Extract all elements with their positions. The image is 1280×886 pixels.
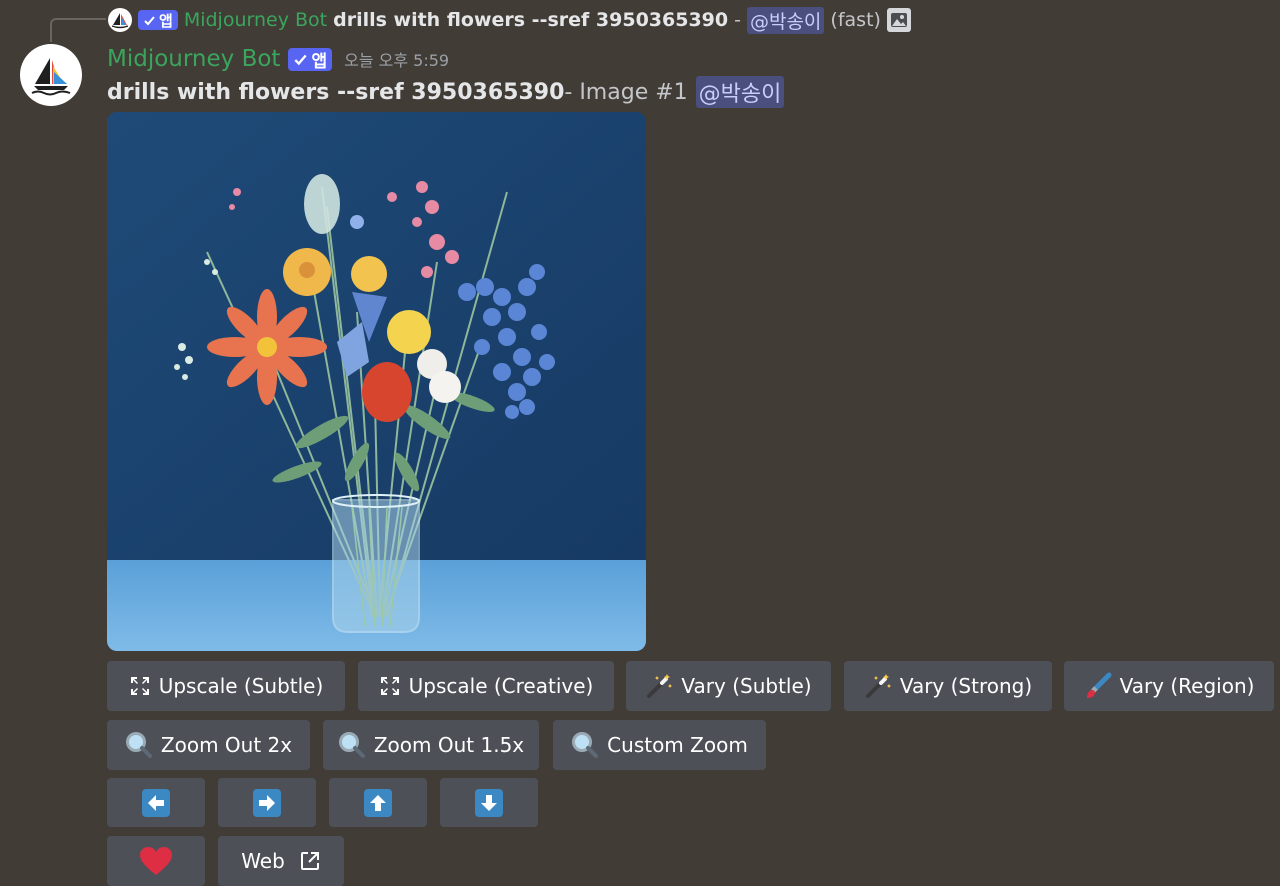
app-badge-label: 앱 <box>311 51 328 72</box>
message-timestamp[interactable]: 오늘 오후 5:59 <box>344 47 449 71</box>
app-badge-label: 앱 <box>159 11 173 30</box>
checkmark-icon <box>294 54 308 65</box>
message-content: drills with flowers --sref 3950365390 - … <box>107 76 785 108</box>
magnifier-icon <box>572 732 599 758</box>
reply-mode: (fast) <box>830 9 881 31</box>
magic-wand-icon <box>647 674 673 698</box>
reply-mention[interactable]: @박송이 <box>746 6 825 34</box>
reply-preview[interactable]: 앱 Midjourney Bot drills with flowers --s… <box>108 6 911 34</box>
upscale-creative-button[interactable]: Upscale (Creative) <box>358 661 614 711</box>
message-header: Midjourney Bot 앱 오늘 오후 5:59 <box>107 44 449 74</box>
zoom-out-2x-button[interactable]: Zoom Out 2x <box>107 720 310 770</box>
bot-avatar[interactable] <box>20 44 82 106</box>
upscale-subtle-label: Upscale (Subtle) <box>158 674 324 698</box>
paintbrush-icon <box>1086 672 1112 698</box>
custom-zoom-label: Custom Zoom <box>607 733 748 757</box>
message-author[interactable]: Midjourney Bot <box>107 46 280 72</box>
message-prompt: drills with flowers --sref 3950365390 <box>107 79 565 105</box>
pan-up-button[interactable] <box>329 778 427 827</box>
flower-vase-artwork <box>107 112 646 651</box>
heart-icon <box>140 847 172 875</box>
vary-region-label: Vary (Region) <box>1119 674 1255 698</box>
vary-region-button[interactable]: Vary (Region) <box>1064 661 1274 711</box>
magic-wand-icon <box>865 674 891 698</box>
vary-strong-button[interactable]: Vary (Strong) <box>844 661 1052 711</box>
web-label: Web <box>241 849 285 873</box>
arrow-down-icon <box>475 788 503 817</box>
midjourney-logo-icon <box>31 58 71 96</box>
expand-icon <box>380 677 399 695</box>
upscale-subtle-button[interactable]: Upscale (Subtle) <box>107 661 345 711</box>
pan-right-button[interactable] <box>218 778 316 827</box>
arrow-right-icon <box>253 788 281 817</box>
vary-subtle-button[interactable]: Vary (Subtle) <box>626 661 831 711</box>
external-link-icon <box>300 852 319 870</box>
vary-strong-label: Vary (Strong) <box>899 674 1033 698</box>
checkmark-icon <box>144 15 155 25</box>
generated-image[interactable] <box>107 112 646 651</box>
expand-icon <box>130 677 149 695</box>
vary-subtle-label: Vary (Subtle) <box>681 674 812 698</box>
magnifier-icon <box>125 732 152 758</box>
image-icon <box>886 8 911 32</box>
reply-avatar <box>108 8 132 32</box>
zoom-out-1-5x-label: Zoom Out 1.5x <box>373 733 525 757</box>
like-button[interactable] <box>107 836 205 886</box>
verified-app-badge: 앱 <box>138 10 178 30</box>
upscale-creative-label: Upscale (Creative) <box>408 674 594 698</box>
zoom-out-2x-label: Zoom Out 2x <box>160 733 293 757</box>
reply-separator: - <box>734 9 741 31</box>
reply-connector <box>50 18 106 42</box>
pan-left-button[interactable] <box>107 778 205 827</box>
arrow-left-icon <box>142 788 170 817</box>
reply-author[interactable]: Midjourney Bot <box>184 9 327 31</box>
reply-prompt: drills with flowers --sref 3950365390 <box>333 9 729 31</box>
web-button[interactable]: Web <box>218 836 344 886</box>
pan-down-button[interactable] <box>440 778 538 827</box>
arrow-up-icon <box>364 788 392 817</box>
message-mention[interactable]: @박송이 <box>695 76 785 108</box>
image-label: - Image #1 <box>564 79 688 105</box>
verified-app-badge: 앱 <box>288 47 333 72</box>
zoom-out-1-5x-button[interactable]: Zoom Out 1.5x <box>323 720 539 770</box>
custom-zoom-button[interactable]: Custom Zoom <box>553 720 766 770</box>
magnifier-icon <box>338 732 365 758</box>
